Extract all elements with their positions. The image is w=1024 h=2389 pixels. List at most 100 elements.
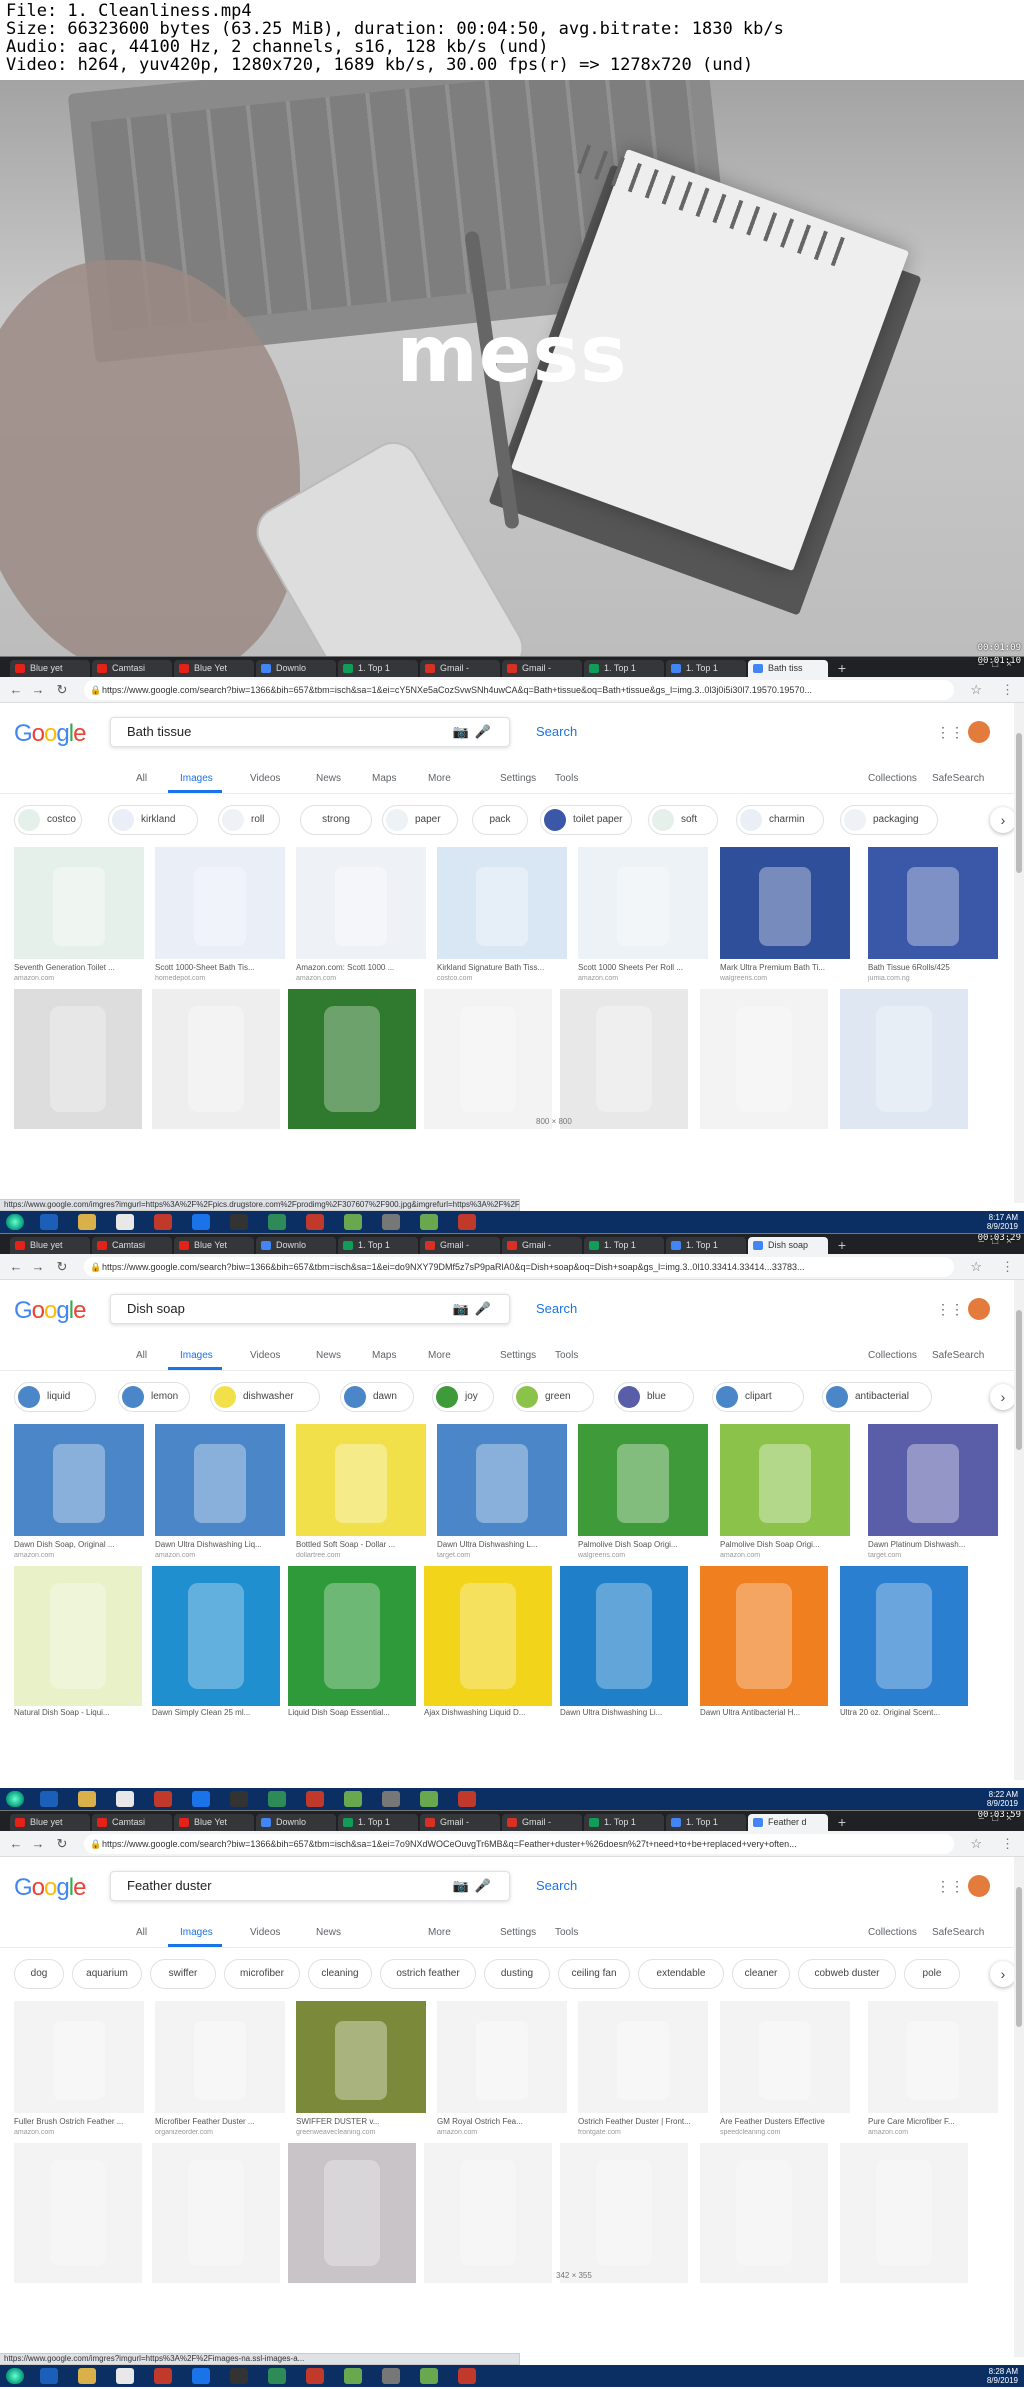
tab-more[interactable]: More [428, 1927, 451, 1938]
image-caption[interactable]: Dawn Ultra Dishwashing L... [437, 1540, 567, 1549]
reload-icon[interactable]: ↻ [54, 1836, 70, 1852]
taskbar-app-icon[interactable] [116, 2368, 134, 2384]
taskbar-app-icon[interactable] [306, 1214, 324, 1230]
related-search-chip[interactable]: packaging [840, 805, 938, 835]
browser-menu-icon[interactable]: ⋮ [1001, 682, 1014, 698]
taskbar-app-icon[interactable] [268, 2368, 286, 2384]
taskbar-app-icon[interactable] [154, 2368, 172, 2384]
forward-icon[interactable]: → [30, 1836, 46, 1852]
related-search-chip[interactable]: soft [648, 805, 718, 835]
forward-icon[interactable]: → [30, 682, 46, 698]
tab-videos[interactable]: Videos [250, 773, 280, 784]
related-search-chip[interactable]: ceiling fan [558, 1959, 630, 1989]
taskbar-app-icon[interactable] [154, 1214, 172, 1230]
related-search-chip[interactable]: aquarium [72, 1959, 142, 1989]
related-search-chip[interactable]: paper [382, 805, 458, 835]
image-result[interactable] [437, 1424, 567, 1536]
image-result[interactable] [840, 989, 968, 1129]
image-caption[interactable]: Fuller Brush Ostrich Feather ... [14, 2117, 144, 2126]
related-search-chip[interactable]: joy [432, 1382, 494, 1412]
browser-tab[interactable]: Gmail - [420, 660, 500, 677]
image-result[interactable] [578, 1424, 708, 1536]
related-search-chip[interactable]: kirkland [108, 805, 198, 835]
search-input[interactable]: Feather duster 📷 🎤 [110, 1871, 510, 1901]
image-caption[interactable]: Bath Tissue 6Rolls/425 [868, 963, 998, 972]
browser-tab[interactable]: Gmail - [502, 1814, 582, 1831]
tab-all[interactable]: All [136, 1927, 147, 1938]
tab-videos[interactable]: Videos [250, 1927, 280, 1938]
related-search-chip[interactable]: dog [14, 1959, 64, 1989]
tools-link[interactable]: Tools [555, 1927, 578, 1938]
tab-news[interactable]: News [316, 1927, 341, 1938]
image-result[interactable] [868, 1424, 998, 1536]
browser-tab[interactable]: Camtasi [92, 1814, 172, 1831]
image-result[interactable] [152, 2143, 280, 2283]
start-button-icon[interactable] [6, 1214, 24, 1230]
settings-link[interactable]: Settings [500, 1927, 536, 1938]
related-search-chip[interactable]: pole [904, 1959, 960, 1989]
tab-all[interactable]: All [136, 773, 147, 784]
taskbar-app-icon[interactable] [78, 2368, 96, 2384]
image-result[interactable] [720, 2001, 850, 2113]
microphone-icon[interactable]: 🎤 [475, 1295, 491, 1323]
taskbar-app-icon[interactable] [306, 2368, 324, 2384]
image-caption[interactable]: Dawn Platinum Dishwash... [868, 1540, 998, 1549]
reload-icon[interactable]: ↻ [54, 682, 70, 698]
image-caption[interactable]: Microfiber Feather Duster ... [155, 2117, 285, 2126]
collections-link[interactable]: Collections [868, 1927, 917, 1938]
related-search-chip[interactable]: microfiber [224, 1959, 300, 1989]
taskbar-app-icon[interactable] [40, 1791, 58, 1807]
image-result[interactable] [288, 989, 416, 1129]
image-result[interactable] [560, 989, 688, 1129]
image-result[interactable] [296, 2001, 426, 2113]
browser-tab[interactable]: Dish soap [748, 1237, 828, 1254]
collections-link[interactable]: Collections [868, 1350, 917, 1361]
chevron-right-icon[interactable]: › [990, 1961, 1016, 1987]
browser-tab[interactable]: Gmail - [420, 1237, 500, 1254]
tab-all[interactable]: All [136, 1350, 147, 1361]
avatar[interactable] [968, 1298, 990, 1320]
tools-link[interactable]: Tools [555, 1350, 578, 1361]
browser-tab[interactable]: 1. Top 1 [338, 1814, 418, 1831]
browser-tab[interactable]: 1. Top 1 [338, 660, 418, 677]
image-result[interactable] [288, 2143, 416, 2283]
camera-icon[interactable]: 📷 [453, 718, 469, 746]
taskbar-app-icon[interactable] [116, 1791, 134, 1807]
image-caption[interactable]: Ajax Dishwashing Liquid D... [424, 1708, 552, 1717]
tab-more[interactable]: More [428, 773, 451, 784]
browser-tab[interactable]: 1. Top 1 [338, 1237, 418, 1254]
search-input[interactable]: Bath tissue 📷 🎤 [110, 717, 510, 747]
taskbar-app-icon[interactable] [40, 1214, 58, 1230]
browser-tab[interactable]: Blue yet [10, 660, 90, 677]
image-caption[interactable]: Bottled Soft Soap - Dollar ... [296, 1540, 426, 1549]
image-caption[interactable]: Scott 1000-Sheet Bath Tis... [155, 963, 285, 972]
taskbar-app-icon[interactable] [382, 2368, 400, 2384]
avatar[interactable] [968, 1875, 990, 1897]
image-result[interactable] [14, 2001, 144, 2113]
bookmark-star-icon[interactable]: ☆ [970, 682, 982, 698]
search-button[interactable]: Search [516, 1871, 596, 1901]
related-search-chip[interactable]: cleaning [308, 1959, 372, 1989]
related-search-chip[interactable]: blue [614, 1382, 694, 1412]
image-caption[interactable]: Dawn Ultra Dishwashing Li... [560, 1708, 688, 1717]
start-button-icon[interactable] [6, 2368, 24, 2384]
image-caption[interactable]: Scott 1000 Sheets Per Roll ... [578, 963, 708, 972]
image-result[interactable] [296, 1424, 426, 1536]
image-caption[interactable]: Dawn Ultra Dishwashing Liq... [155, 1540, 285, 1549]
related-search-chip[interactable]: cleaner [732, 1959, 790, 1989]
tab-maps[interactable]: Maps [372, 773, 396, 784]
taskbar-app-icon[interactable] [458, 2368, 476, 2384]
bookmark-star-icon[interactable]: ☆ [970, 1259, 982, 1275]
taskbar-app-icon[interactable] [306, 1791, 324, 1807]
safesearch-link[interactable]: SafeSearch [932, 773, 984, 784]
tab-news[interactable]: News [316, 1350, 341, 1361]
image-result[interactable] [14, 847, 144, 959]
search-button[interactable]: Search [516, 717, 596, 747]
browser-tab[interactable]: Camtasi [92, 1237, 172, 1254]
taskbar-app-icon[interactable] [420, 2368, 438, 2384]
browser-tab[interactable]: Feather d [748, 1814, 828, 1831]
image-result[interactable] [424, 2143, 552, 2283]
settings-link[interactable]: Settings [500, 773, 536, 784]
reload-icon[interactable]: ↻ [54, 1259, 70, 1275]
taskbar-app-icon[interactable] [230, 1214, 248, 1230]
